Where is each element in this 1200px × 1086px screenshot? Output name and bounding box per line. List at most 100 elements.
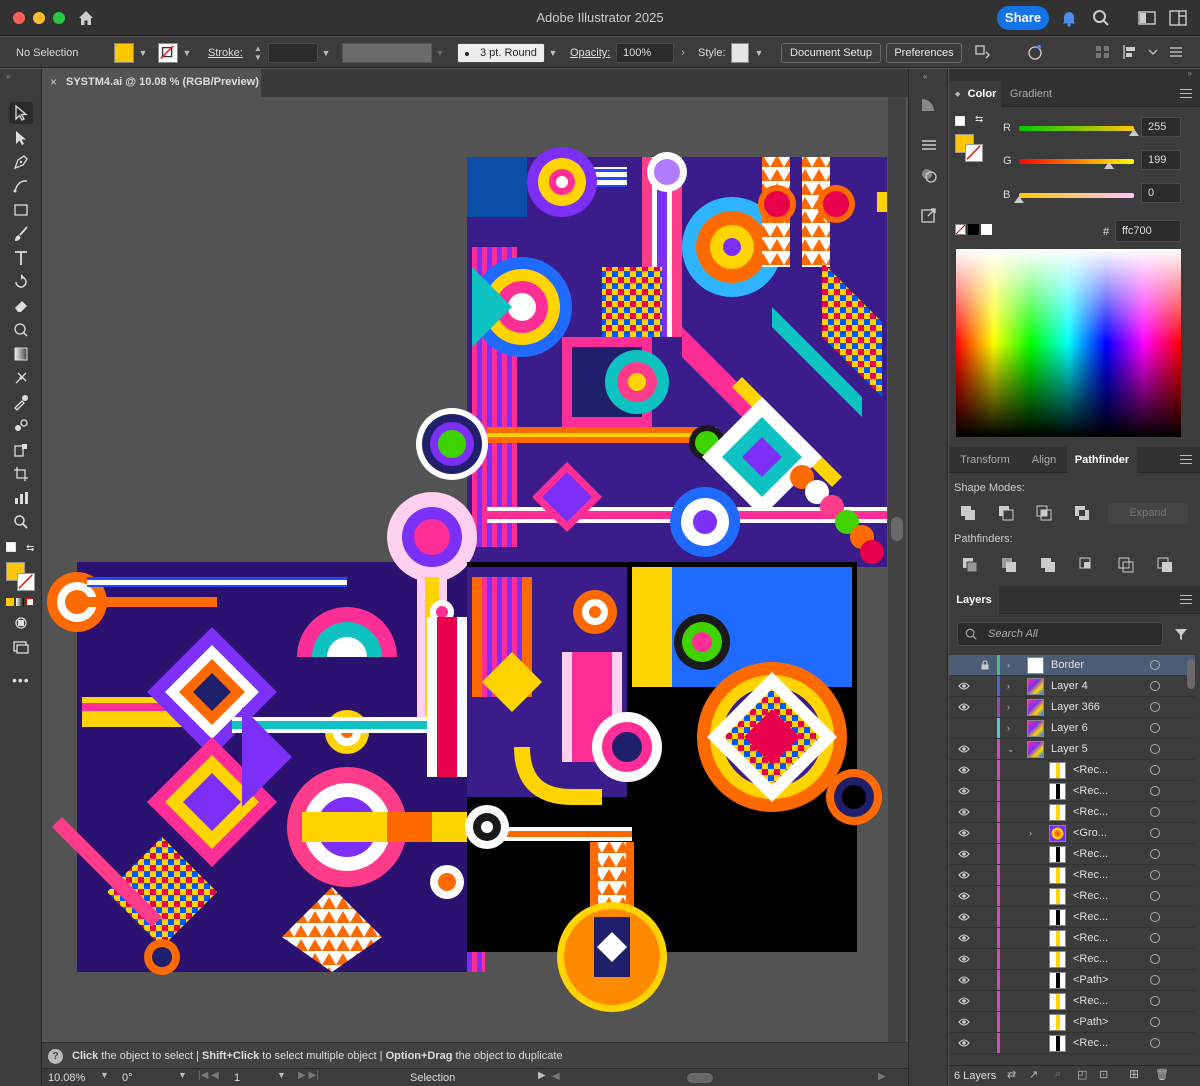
notifications-bell-icon[interactable] <box>1059 8 1079 28</box>
visibility-eye-icon[interactable] <box>958 912 970 922</box>
sublayer-row[interactable]: <Path> <box>949 1012 1195 1033</box>
visibility-eye-icon[interactable] <box>958 849 970 859</box>
color-default-icon[interactable] <box>955 116 965 126</box>
sublayer-row[interactable]: <Rec... <box>949 781 1195 802</box>
export-panel-icon[interactable] <box>919 205 939 225</box>
artboard-tool-icon[interactable] <box>9 463 33 485</box>
shape-builder-tool-icon[interactable] <box>9 319 33 341</box>
target-circle-icon[interactable] <box>1150 744 1160 754</box>
zoom-chevron-icon[interactable]: ▼ <box>100 1070 109 1080</box>
target-circle-icon[interactable] <box>1150 807 1160 817</box>
visibility-eye-icon[interactable] <box>958 891 970 901</box>
canvas[interactable] <box>42 97 888 1042</box>
libraries-panel-icon[interactable] <box>919 135 939 155</box>
blue-slider[interactable] <box>1019 193 1134 198</box>
target-circle-icon[interactable] <box>1150 660 1160 670</box>
trim-icon[interactable] <box>1000 556 1018 574</box>
style-chevron-icon[interactable]: ▼ <box>752 43 766 63</box>
layer-name[interactable]: Layer 5 <box>1051 739 1088 759</box>
target-circle-icon[interactable] <box>1150 870 1160 880</box>
close-document-icon[interactable]: × <box>50 75 57 89</box>
layers-search-field[interactable]: Search All <box>957 622 1163 646</box>
stroke-dropdown-chevron-icon[interactable]: ▼ <box>180 43 194 63</box>
tool-menu-arrow-icon[interactable]: ▶ <box>538 1070 546 1081</box>
collect-for-export-icon[interactable]: ↗ <box>1029 1068 1038 1081</box>
blue-value-field[interactable]: 0 <box>1141 183 1181 203</box>
document-tab[interactable]: × SYSTM4.ai @ 10.08 % (RGB/Preview) <box>42 69 262 97</box>
preferences-button[interactable]: Preferences <box>886 43 962 63</box>
opacity-field[interactable]: 100% <box>616 43 674 63</box>
target-circle-icon[interactable] <box>1150 996 1160 1006</box>
target-circle-icon[interactable] <box>1150 702 1160 712</box>
sublayer-row[interactable]: <Rec... <box>949 1033 1195 1054</box>
draw-mode-icon[interactable] <box>9 612 33 634</box>
lock-icon[interactable] <box>980 660 990 670</box>
layer-name[interactable]: <Path> <box>1073 970 1108 990</box>
profile-chevron-icon[interactable]: ▼ <box>433 43 447 63</box>
blend-tool-icon[interactable] <box>9 415 33 437</box>
artboard-chevron-icon[interactable]: ▼ <box>277 1070 286 1080</box>
red-value-field[interactable]: 255 <box>1141 117 1181 137</box>
sublayer-row[interactable]: <Rec... <box>949 886 1195 907</box>
filter-icon[interactable] <box>1174 627 1188 641</box>
layers-scroll-thumb[interactable] <box>1187 659 1195 689</box>
last-artboard-icon[interactable]: ▶ ▶| <box>298 1070 319 1081</box>
chevron-right-icon[interactable]: › <box>1029 823 1032 843</box>
green-slider-thumb[interactable] <box>1103 162 1114 169</box>
unite-icon[interactable] <box>959 504 977 522</box>
visibility-eye-icon[interactable] <box>958 996 970 1006</box>
chevron-right-icon[interactable]: › <box>1007 655 1010 675</box>
layer-name[interactable]: <Gro... <box>1073 823 1107 843</box>
green-slider[interactable] <box>1019 159 1134 164</box>
target-circle-icon[interactable] <box>1150 891 1160 901</box>
graph-tool-icon[interactable] <box>9 487 33 509</box>
arrange-icon[interactable] <box>972 42 992 62</box>
hex-value-field[interactable]: ffc700 <box>1115 220 1181 242</box>
layer-row[interactable]: › Layer 366 <box>949 697 1195 718</box>
direct-selection-tool-icon[interactable] <box>9 127 33 149</box>
target-circle-icon[interactable] <box>1150 1017 1160 1027</box>
collapse-panels-icon[interactable]: « <box>923 72 927 81</box>
chevron-down-icon[interactable]: ⌄ <box>1007 739 1015 759</box>
create-layer-icon[interactable]: ⊞ <box>1129 1067 1139 1081</box>
visibility-eye-icon[interactable] <box>958 681 970 691</box>
control-menu-icon[interactable] <box>1166 42 1186 62</box>
layer-name[interactable]: <Rec... <box>1073 802 1108 822</box>
visibility-eye-icon[interactable] <box>958 954 970 964</box>
sublayer-row[interactable]: <Rec... <box>949 928 1195 949</box>
visibility-eye-icon[interactable] <box>958 933 970 943</box>
graphic-style-swatch[interactable] <box>731 43 749 63</box>
none-color-swatch[interactable] <box>955 224 966 235</box>
export-for-screens-icon[interactable]: ⇄ <box>1007 1068 1016 1081</box>
tab-pathfinder[interactable]: Pathfinder <box>1067 447 1137 473</box>
visibility-eye-icon[interactable] <box>958 870 970 880</box>
outline-icon[interactable] <box>1117 556 1135 574</box>
sublayer-row[interactable]: <Rec... <box>949 907 1195 928</box>
visibility-eye-icon[interactable] <box>958 744 970 754</box>
rectangle-tool-icon[interactable] <box>9 199 33 221</box>
visibility-eye-icon[interactable] <box>958 702 970 712</box>
mesh-tool-icon[interactable] <box>9 367 33 389</box>
blue-slider-thumb[interactable] <box>1014 196 1024 203</box>
layer-name[interactable]: <Path> <box>1073 1012 1108 1032</box>
make-clipping-mask-icon[interactable]: ◰ <box>1077 1068 1087 1081</box>
stroke-weight-stepper[interactable]: ▲ ▼ <box>251 43 265 63</box>
vertical-scrollbar[interactable] <box>888 97 906 1042</box>
distribute-icon[interactable] <box>1120 42 1140 62</box>
visibility-eye-icon[interactable] <box>958 1017 970 1027</box>
tab-options-chevron-icon[interactable]: ◆ <box>955 90 960 98</box>
target-circle-icon[interactable] <box>1150 975 1160 985</box>
chevron-right-icon[interactable]: › <box>1007 676 1010 696</box>
locate-object-icon[interactable]: ⌕ <box>1055 1068 1061 1081</box>
layer-name[interactable]: <Rec... <box>1073 844 1108 864</box>
target-circle-icon[interactable] <box>1150 786 1160 796</box>
layer-name[interactable]: Layer 366 <box>1051 697 1100 717</box>
layer-name[interactable]: <Rec... <box>1073 907 1108 927</box>
pathfinder-panel-menu-icon[interactable] <box>1180 455 1192 465</box>
tab-layers[interactable]: Layers <box>949 586 999 614</box>
minus-front-icon[interactable] <box>997 504 1015 522</box>
rotation-chevron-icon[interactable]: ▼ <box>178 1070 187 1080</box>
color-stroke-swatch[interactable] <box>965 144 983 162</box>
vertical-scroll-thumb[interactable] <box>891 517 903 541</box>
curvature-tool-icon[interactable] <box>9 175 33 197</box>
